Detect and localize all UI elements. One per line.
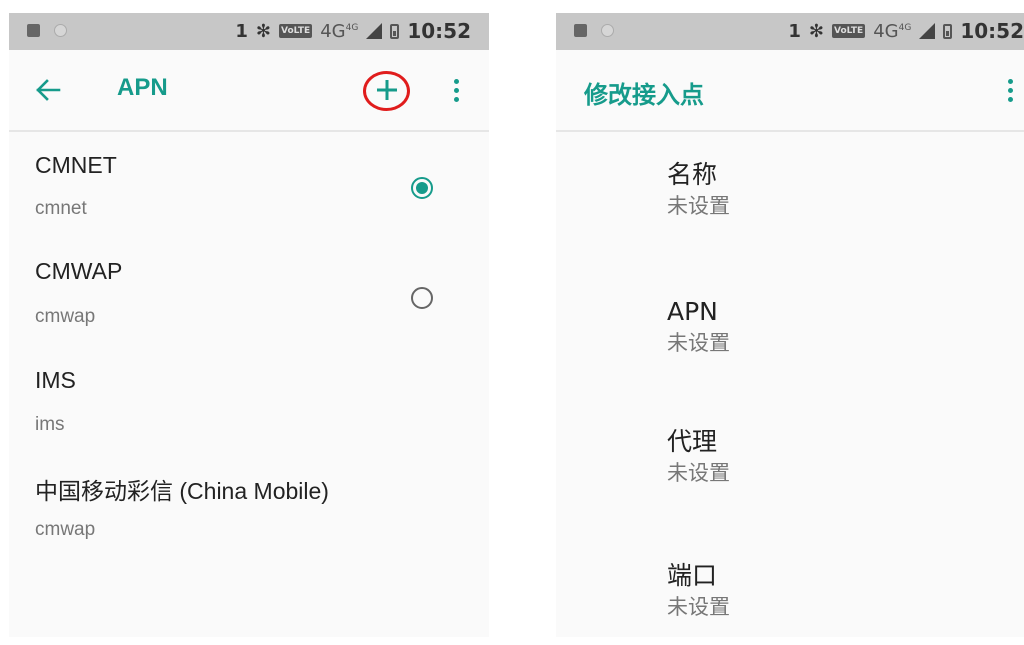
field-label: 代理: [667, 427, 718, 456]
volte-icon: VoLTE: [832, 24, 866, 38]
apn-value: cmwap: [35, 306, 96, 327]
notification-dot-icon: [601, 24, 614, 37]
battery-icon: [390, 23, 400, 39]
edit-apn-screen: 1 ✻ VoLTE 4G4G 10:52 修改接入点 名称 未设置 APN 未设…: [556, 13, 1024, 637]
field-apn[interactable]: APN 未设置: [667, 297, 730, 357]
network-type-label: 4G4G: [320, 20, 359, 42]
volte-icon: VoLTE: [279, 24, 313, 38]
apn-name: CMWAP: [35, 258, 123, 284]
battery-icon: [943, 23, 953, 39]
field-value: 未设置: [667, 595, 730, 619]
back-arrow-icon[interactable]: [35, 77, 61, 103]
field-value: 未设置: [667, 461, 730, 485]
apn-list-screen: 1 ✻ VoLTE 4G4G 10:52 APN CMNET cmnet CMW…: [9, 13, 489, 637]
status-time: 10:52: [407, 19, 471, 43]
page-title: APN: [117, 74, 168, 101]
apn-name: IMS: [35, 367, 76, 393]
signal-icon: [366, 23, 383, 39]
bluetooth-icon: ✻: [255, 20, 272, 42]
apn-name: 中国移动彩信 (China Mobile): [35, 478, 329, 504]
notification-dot-icon: [54, 24, 67, 37]
field-proxy[interactable]: 代理 未设置: [667, 427, 730, 487]
field-port[interactable]: 端口 未设置: [667, 561, 730, 621]
more-options-icon[interactable]: [454, 79, 460, 103]
more-options-icon[interactable]: [1008, 79, 1014, 103]
page-title: 修改接入点: [584, 81, 704, 109]
signal-icon: [919, 23, 936, 39]
field-value: 未设置: [667, 194, 730, 218]
field-label: 端口: [667, 561, 718, 590]
divider: [556, 130, 1024, 132]
apn-value: ims: [35, 414, 65, 435]
status-bar: 1 ✻ VoLTE 4G4G 10:52: [556, 13, 1024, 50]
status-time: 10:52: [960, 19, 1024, 43]
app-bar: APN: [9, 50, 489, 130]
app-bar: 修改接入点: [556, 50, 1024, 130]
divider: [9, 130, 489, 132]
network-type-label: 4G4G: [873, 20, 912, 42]
radio-button[interactable]: [411, 287, 433, 309]
sim-slot-label: 1: [235, 20, 248, 42]
field-value: 未设置: [667, 331, 730, 355]
apn-value: cmnet: [35, 198, 87, 219]
notification-icon: [27, 24, 40, 37]
highlight-annotation: [363, 71, 410, 111]
notification-icon: [574, 24, 587, 37]
field-label: 名称: [667, 160, 718, 189]
apn-name: CMNET: [35, 152, 117, 178]
sim-slot-label: 1: [788, 20, 801, 42]
field-name[interactable]: 名称 未设置: [667, 160, 730, 220]
field-label: APN: [667, 297, 718, 326]
apn-value: cmwap: [35, 519, 96, 540]
bluetooth-icon: ✻: [808, 20, 825, 42]
status-bar: 1 ✻ VoLTE 4G4G 10:52: [9, 13, 489, 50]
radio-button-selected[interactable]: [411, 177, 433, 199]
